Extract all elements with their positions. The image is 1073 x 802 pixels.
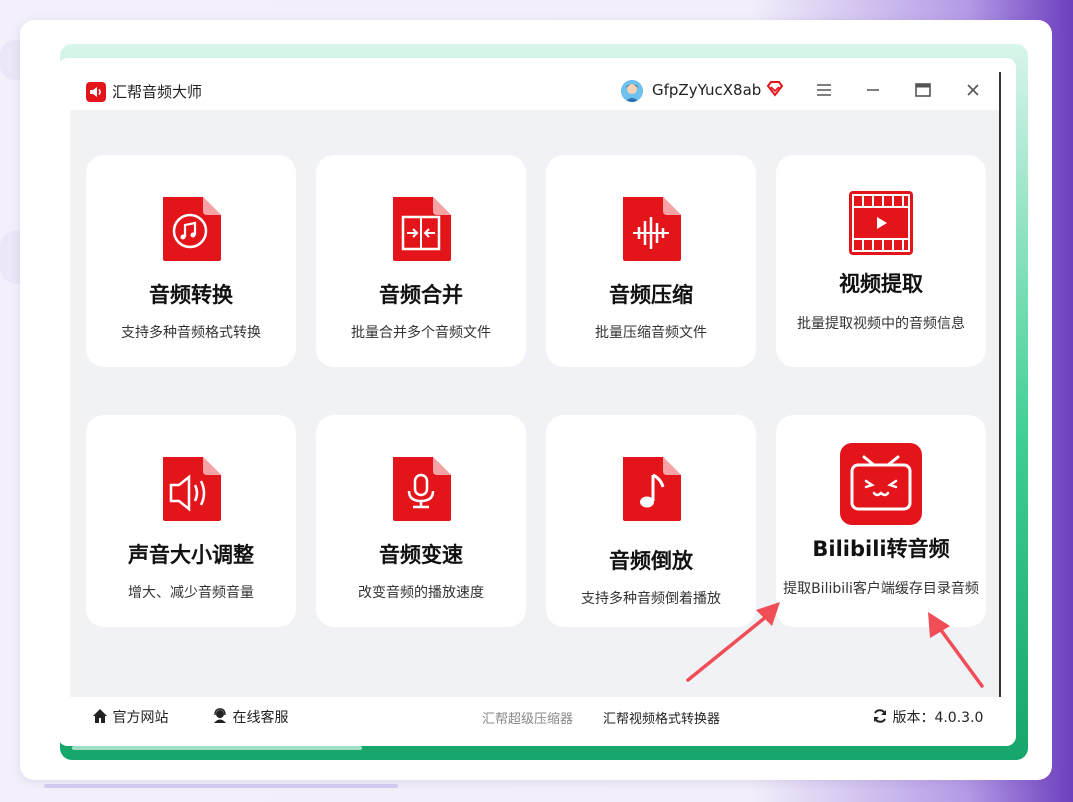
close-icon[interactable] xyxy=(963,80,983,100)
card-title: 音频合并 xyxy=(379,283,463,307)
card-bilibili[interactable]: Bilibili转音频 提取Bilibili客户端缓存目录音频 xyxy=(776,415,986,627)
home-icon xyxy=(93,709,107,723)
menu-icon[interactable] xyxy=(814,80,834,100)
vip-diamond-icon[interactable] xyxy=(766,81,784,97)
username[interactable]: GfpZyYucX8ab xyxy=(652,81,761,99)
headset-icon xyxy=(214,708,226,723)
card-audio-compress[interactable]: 音频压缩 批量压缩音频文件 xyxy=(546,155,756,367)
card-title: 音频倒放 xyxy=(609,549,693,573)
audio-merge-icon xyxy=(393,197,451,261)
online-support-label: 在线客服 xyxy=(232,710,289,726)
user-avatar[interactable] xyxy=(621,80,643,102)
card-desc: 批量合并多个音频文件 xyxy=(351,325,491,341)
refresh-icon xyxy=(874,709,886,723)
green-accent-bar xyxy=(72,746,362,750)
card-title: Bilibili转音频 xyxy=(812,537,950,561)
video-extract-icon xyxy=(849,191,913,255)
app-title: 汇帮音频大师 xyxy=(112,83,203,101)
audio-compress-icon xyxy=(623,197,681,261)
card-audio-merge[interactable]: 音频合并 批量合并多个音频文件 xyxy=(316,155,526,367)
audio-speed-icon xyxy=(393,457,451,521)
card-desc: 支持多种音频格式转换 xyxy=(121,325,261,341)
window-edge-line xyxy=(999,72,1001,742)
official-website-link[interactable]: 官方网站 xyxy=(92,707,168,727)
official-website-label: 官方网站 xyxy=(112,710,169,726)
annotation-arrow-left xyxy=(686,602,780,682)
audio-reverse-icon xyxy=(623,457,681,521)
minimize-icon[interactable] xyxy=(863,80,883,100)
card-audio-convert[interactable]: 音频转换 支持多种音频格式转换 xyxy=(86,155,296,367)
card-title: 音频压缩 xyxy=(609,283,693,307)
footer-bar: 官方网站 在线客服 汇帮超级压缩器 汇帮视频格式转换器 版本：4.0.3.0 xyxy=(58,697,1016,746)
card-desc: 批量压缩音频文件 xyxy=(595,325,707,341)
card-title: 音频变速 xyxy=(379,543,463,567)
card-desc: 改变音频的播放速度 xyxy=(358,585,484,601)
maximize-icon[interactable] xyxy=(913,80,933,100)
card-title: 音频转换 xyxy=(149,283,233,307)
purple-accent-line xyxy=(44,784,398,788)
version-label: 版本：4.0.3.0 xyxy=(892,710,984,726)
card-audio-speed[interactable]: 音频变速 改变音频的播放速度 xyxy=(316,415,526,627)
annotation-arrow-right xyxy=(928,612,984,688)
feature-grid: 音频转换 支持多种音频格式转换 音频合并 批量合并多个音频文件 音频压缩 批量压… xyxy=(70,110,1000,697)
card-desc: 提取Bilibili客户端缓存目录音频 xyxy=(783,581,979,597)
app-logo-icon xyxy=(86,82,106,102)
super-compressor-link[interactable]: 汇帮超级压缩器 xyxy=(482,708,573,727)
card-desc: 增大、减少音频音量 xyxy=(128,585,254,601)
audio-convert-icon xyxy=(163,197,221,261)
version-info[interactable]: 版本：4.0.3.0 xyxy=(872,707,983,727)
card-volume-adjust[interactable]: 声音大小调整 增大、减少音频音量 xyxy=(86,415,296,627)
card-title: 视频提取 xyxy=(839,272,923,296)
bilibili-icon xyxy=(840,443,922,525)
app-window: 汇帮音频大师 GfpZyYucX8ab 音频转换 支持多种音频格式转换 音频合并… xyxy=(58,58,1016,746)
card-desc: 批量提取视频中的音频信息 xyxy=(797,316,965,332)
title-bar: 汇帮音频大师 GfpZyYucX8ab xyxy=(58,58,1016,110)
card-title: 声音大小调整 xyxy=(128,543,254,567)
volume-adjust-icon xyxy=(163,457,221,521)
card-video-extract[interactable]: 视频提取 批量提取视频中的音频信息 xyxy=(776,155,986,367)
video-converter-link[interactable]: 汇帮视频格式转换器 xyxy=(603,708,720,727)
online-support-link[interactable]: 在线客服 xyxy=(212,707,288,727)
